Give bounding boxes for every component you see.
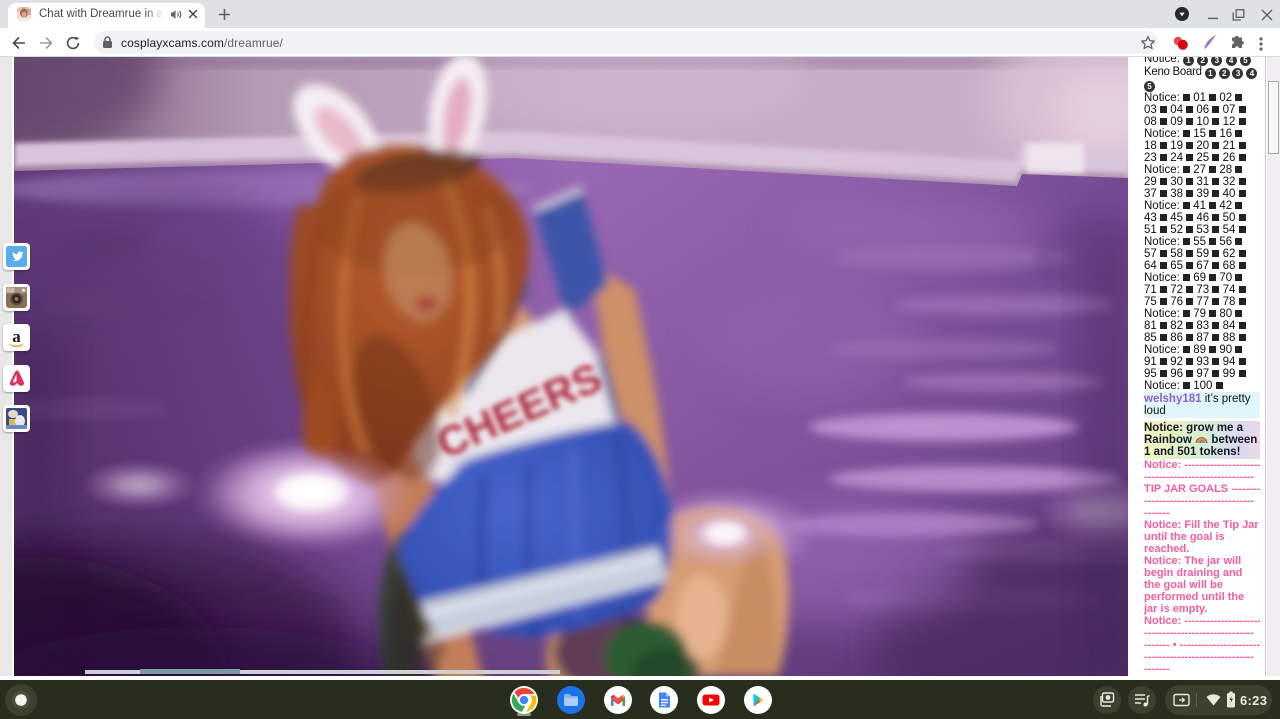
svg-text:a: a [12, 327, 21, 346]
